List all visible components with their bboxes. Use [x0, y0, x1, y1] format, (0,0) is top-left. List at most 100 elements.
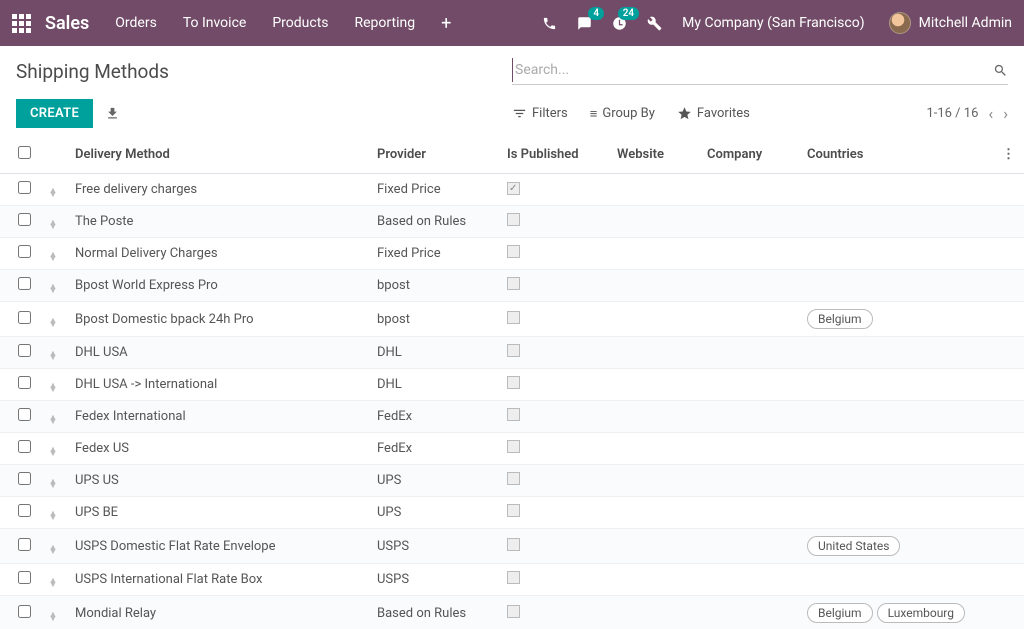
- table-row[interactable]: ▲▼ Normal Delivery Charges Fixed Price: [0, 238, 1024, 270]
- col-website[interactable]: Website: [609, 136, 699, 174]
- favorites-button[interactable]: Favorites: [677, 106, 750, 122]
- table-row[interactable]: ▲▼ Free delivery charges Fixed Price: [0, 174, 1024, 206]
- plus-icon[interactable]: +: [441, 13, 451, 34]
- published-checkbox[interactable]: [507, 277, 520, 290]
- pager-value[interactable]: 1-16 / 16: [926, 106, 978, 121]
- user-menu[interactable]: Mitchell Admin: [889, 12, 1012, 34]
- company-switcher[interactable]: My Company (San Francisco): [682, 15, 864, 31]
- tools-icon[interactable]: [647, 15, 662, 30]
- apps-icon[interactable]: [12, 14, 31, 33]
- published-checkbox[interactable]: [507, 311, 520, 324]
- table-row[interactable]: ▲▼ USPS Domestic Flat Rate Envelope USPS…: [0, 529, 1024, 564]
- app-brand[interactable]: Sales: [45, 13, 89, 34]
- drag-handle-icon[interactable]: ▲▼: [49, 253, 58, 261]
- drag-handle-icon[interactable]: ▲▼: [49, 285, 58, 293]
- row-checkbox[interactable]: [18, 538, 31, 551]
- create-button[interactable]: CREATE: [16, 99, 93, 128]
- table-row[interactable]: ▲▼ Fedex US FedEx: [0, 433, 1024, 465]
- drag-handle-icon[interactable]: ▲▼: [49, 480, 58, 488]
- table-row[interactable]: ▲▼ Bpost World Express Pro bpost: [0, 270, 1024, 302]
- drag-handle-icon[interactable]: ▲▼: [49, 189, 58, 197]
- published-checkbox[interactable]: [507, 408, 520, 421]
- row-checkbox[interactable]: [18, 344, 31, 357]
- drag-handle-icon[interactable]: ▲▼: [49, 512, 58, 520]
- pager-next-icon[interactable]: ›: [1003, 104, 1008, 123]
- table-row[interactable]: ▲▼ DHL USA DHL: [0, 337, 1024, 369]
- filters-button[interactable]: Filters: [512, 106, 568, 122]
- col-countries[interactable]: Countries: [799, 136, 994, 174]
- drag-handle-icon[interactable]: ▲▼: [49, 384, 58, 392]
- published-checkbox[interactable]: [507, 538, 520, 551]
- col-company[interactable]: Company: [699, 136, 799, 174]
- column-options-icon[interactable]: ⋮: [1002, 147, 1015, 162]
- row-checkbox[interactable]: [18, 504, 31, 517]
- cell-company: [699, 596, 799, 629]
- published-checkbox[interactable]: [507, 472, 520, 485]
- cell-website: [609, 302, 699, 337]
- drag-handle-icon[interactable]: ▲▼: [49, 221, 58, 229]
- cell-provider: FedEx: [369, 401, 499, 433]
- row-checkbox[interactable]: [18, 277, 31, 290]
- published-checkbox[interactable]: [507, 504, 520, 517]
- drag-handle-icon[interactable]: ▲▼: [49, 416, 58, 424]
- row-checkbox[interactable]: [18, 440, 31, 453]
- search-icon[interactable]: [993, 62, 1008, 77]
- nav-products[interactable]: Products: [272, 15, 328, 31]
- row-checkbox[interactable]: [18, 245, 31, 258]
- country-tag: United States: [807, 536, 900, 556]
- drag-handle-icon[interactable]: ▲▼: [49, 579, 58, 587]
- drag-handle-icon[interactable]: ▲▼: [49, 613, 58, 621]
- col-delivery[interactable]: Delivery Method: [67, 136, 369, 174]
- published-checkbox[interactable]: [507, 344, 520, 357]
- messaging-icon[interactable]: 4: [577, 15, 592, 30]
- col-published[interactable]: Is Published: [499, 136, 609, 174]
- row-checkbox[interactable]: [18, 311, 31, 324]
- country-tag: Belgium: [807, 603, 873, 623]
- table-row[interactable]: ▲▼ UPS BE UPS: [0, 497, 1024, 529]
- cell-company: [699, 465, 799, 497]
- nav-orders[interactable]: Orders: [115, 15, 157, 31]
- pager-prev-icon[interactable]: ‹: [988, 104, 993, 123]
- table-row[interactable]: ▲▼ Mondial Relay Based on Rules BelgiumL…: [0, 596, 1024, 629]
- cell-published: [499, 302, 609, 337]
- row-checkbox[interactable]: [18, 376, 31, 389]
- table-row[interactable]: ▲▼ Fedex International FedEx: [0, 401, 1024, 433]
- published-checkbox[interactable]: [507, 182, 520, 195]
- nav-reporting[interactable]: Reporting: [355, 15, 416, 31]
- nav-to-invoice[interactable]: To Invoice: [183, 15, 247, 31]
- row-checkbox[interactable]: [18, 213, 31, 226]
- published-checkbox[interactable]: [507, 376, 520, 389]
- published-checkbox[interactable]: [507, 440, 520, 453]
- published-checkbox[interactable]: [507, 571, 520, 584]
- row-checkbox[interactable]: [18, 472, 31, 485]
- table-row[interactable]: ▲▼ DHL USA -> International DHL: [0, 369, 1024, 401]
- row-checkbox[interactable]: [18, 571, 31, 584]
- list-view[interactable]: Delivery Method Provider Is Published We…: [0, 136, 1024, 629]
- table-row[interactable]: ▲▼ USPS International Flat Rate Box USPS: [0, 564, 1024, 596]
- cell-countries: [799, 433, 994, 465]
- published-checkbox[interactable]: [507, 213, 520, 226]
- drag-handle-icon[interactable]: ▲▼: [49, 546, 58, 554]
- drag-handle-icon[interactable]: ▲▼: [49, 319, 58, 327]
- import-icon[interactable]: [105, 106, 120, 121]
- drag-handle-icon[interactable]: ▲▼: [49, 448, 58, 456]
- groupby-button[interactable]: ≡Group By: [590, 106, 655, 122]
- row-checkbox[interactable]: [18, 408, 31, 421]
- row-checkbox[interactable]: [18, 181, 31, 194]
- phone-icon[interactable]: [542, 15, 557, 30]
- search-input[interactable]: [512, 58, 993, 82]
- table-row[interactable]: ▲▼ Bpost Domestic bpack 24h Pro bpost Be…: [0, 302, 1024, 337]
- table-row[interactable]: ▲▼ UPS US UPS: [0, 465, 1024, 497]
- select-all-checkbox[interactable]: [18, 146, 31, 159]
- cell-website: [609, 238, 699, 270]
- published-checkbox[interactable]: [507, 245, 520, 258]
- activity-icon[interactable]: 24: [612, 15, 627, 30]
- col-provider[interactable]: Provider: [369, 136, 499, 174]
- row-checkbox[interactable]: [18, 605, 31, 618]
- table-row[interactable]: ▲▼ The Poste Based on Rules: [0, 206, 1024, 238]
- cell-delivery: Free delivery charges: [67, 174, 369, 206]
- cell-published: [499, 465, 609, 497]
- drag-handle-icon[interactable]: ▲▼: [49, 352, 58, 360]
- cell-company: [699, 564, 799, 596]
- published-checkbox[interactable]: [507, 605, 520, 618]
